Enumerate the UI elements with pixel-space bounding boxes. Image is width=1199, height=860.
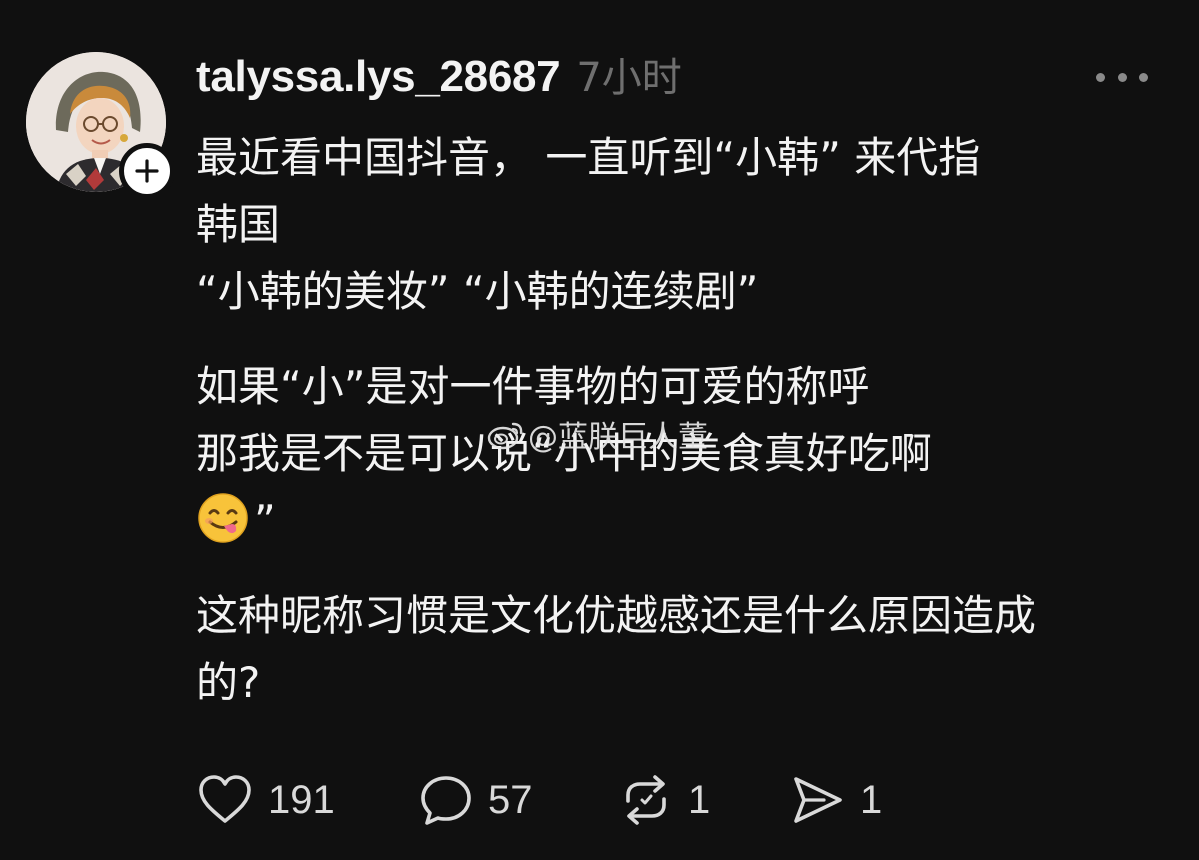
send-icon [794, 777, 842, 823]
post-header: talyssa.lys_28687 7小时 [196, 48, 682, 108]
more-horizontal-icon-dot [1117, 72, 1127, 82]
like-count: 191 [268, 777, 335, 822]
post-body: 最近看中国抖音， 一直听到“小韩” 来代指 韩国 “小韩的美妆” “小韩的连续剧… [196, 124, 1171, 716]
avatar-container [26, 52, 175, 199]
share-button[interactable]: 1 [790, 773, 910, 827]
more-horizontal-icon [1096, 72, 1105, 82]
plus-icon [135, 159, 159, 183]
reply-count: 57 [488, 777, 533, 822]
like-button[interactable]: 191 [196, 774, 418, 826]
repost-count: 1 [688, 777, 711, 822]
action-bar: 191 57 1 1 [196, 770, 910, 830]
post-paragraph: 最近看中国抖音， 一直听到“小韩” 来代指 韩国 “小韩的美妆” “小韩的连续剧… [196, 133, 981, 316]
comment-bubble-icon [421, 776, 471, 825]
follow-button[interactable] [119, 143, 175, 199]
face-savoring-food-emoji [196, 491, 250, 545]
post-emoji-line: ” [196, 487, 1171, 554]
heart-icon [199, 775, 251, 823]
post-paragraph: 这种昵称习惯是文化优越感还是什么原因造成 的? [196, 591, 1037, 707]
post-time: 7小时 [576, 55, 682, 101]
repost-icon [626, 775, 666, 825]
repost-button[interactable]: 1 [618, 773, 790, 827]
username[interactable]: talyssa.lys_28687 [196, 48, 561, 106]
more-horizontal-icon-dot [1139, 72, 1148, 82]
emoji-line-quote: ” [254, 496, 276, 545]
share-count: 1 [860, 777, 883, 822]
more-options-button[interactable] [1096, 64, 1148, 90]
reply-button[interactable]: 57 [418, 773, 618, 827]
post-paragraph: 如果“小”是对一件事物的可爱的称呼 那我是不是可以说“小中的美食真好吃啊 [196, 362, 932, 478]
